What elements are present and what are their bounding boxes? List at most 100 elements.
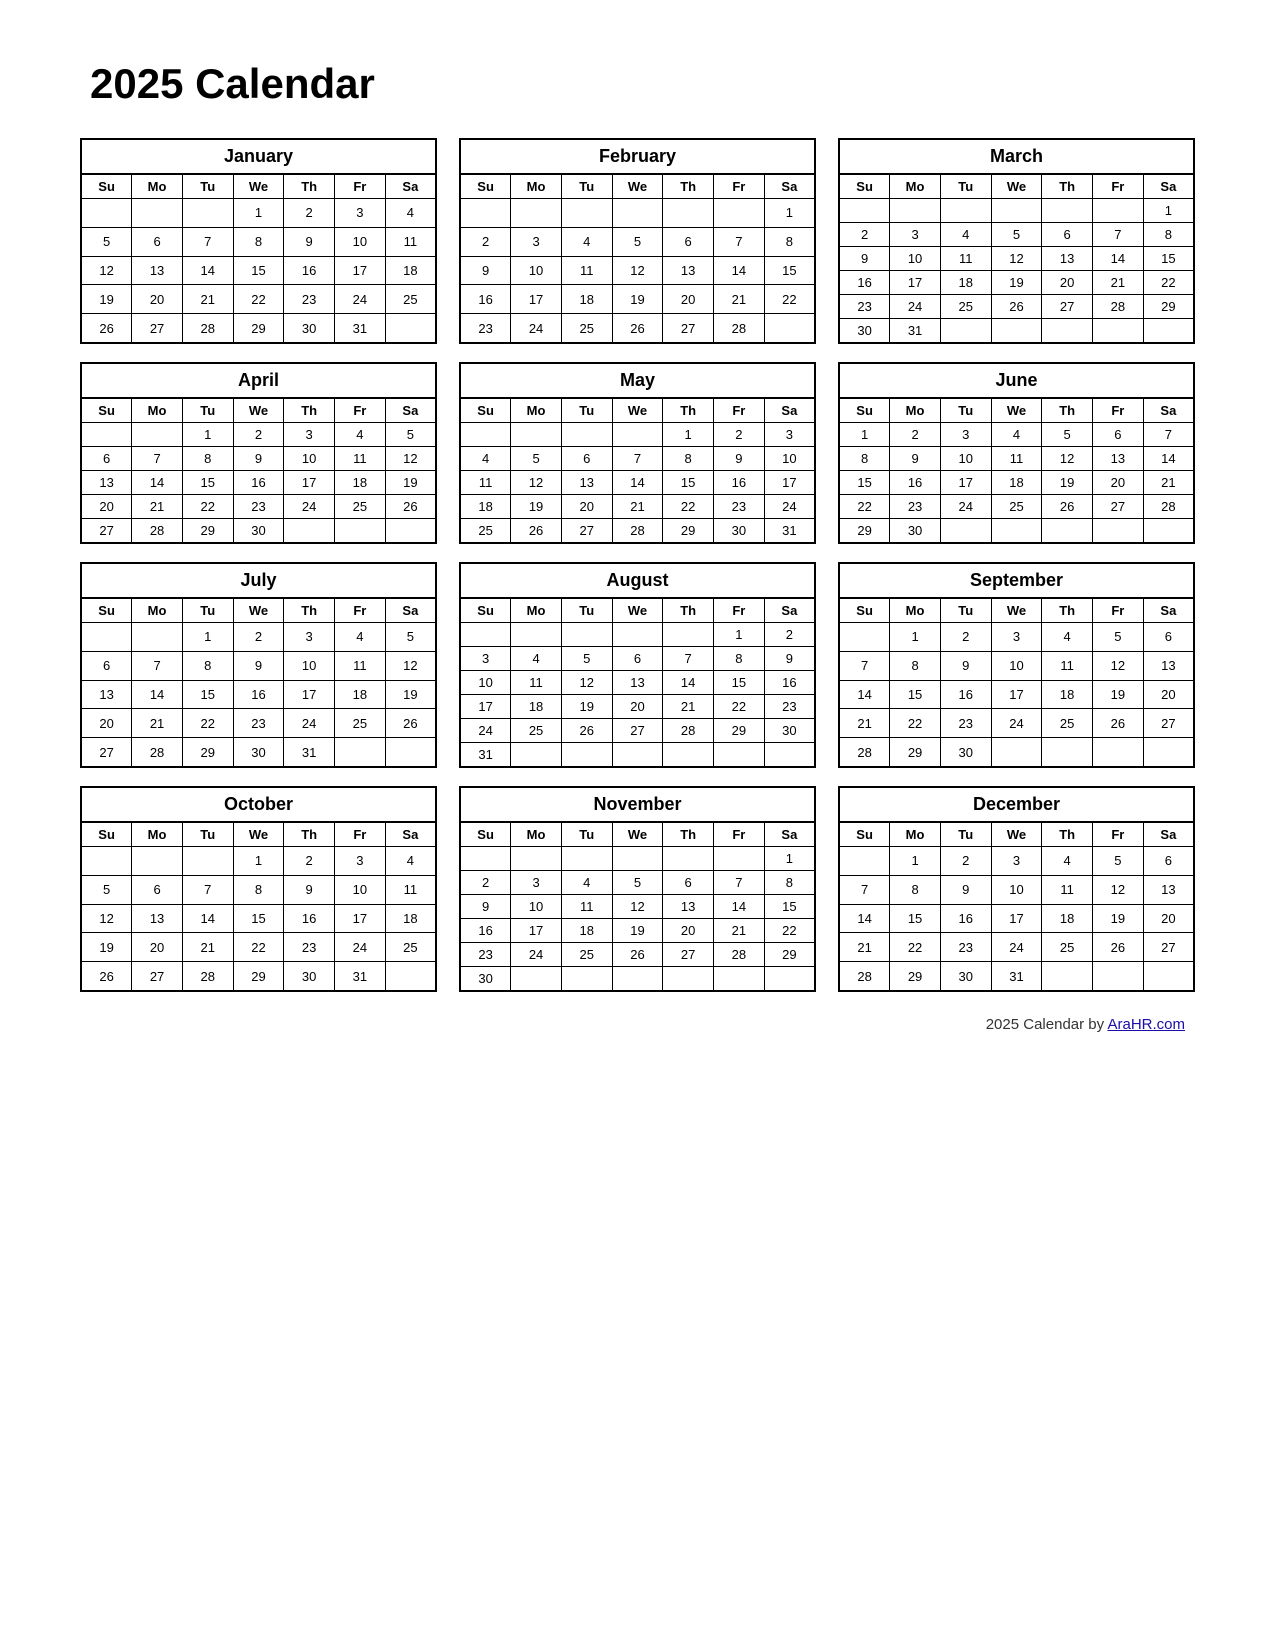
table-cell: 1 (714, 623, 765, 647)
table-cell: 20 (612, 695, 663, 719)
day-header-sa: Sa (1143, 822, 1194, 847)
day-header-we: We (612, 822, 663, 847)
table-cell: 25 (385, 933, 436, 962)
table-cell: 3 (991, 623, 1042, 652)
day-header-we: We (991, 398, 1042, 423)
table-cell: 26 (1093, 709, 1144, 738)
table-cell: 24 (991, 709, 1042, 738)
table-row: 3456789 (460, 647, 815, 671)
table-cell (182, 199, 233, 228)
day-header-sa: Sa (385, 598, 436, 623)
table-cell: 9 (940, 875, 991, 904)
table-cell: 30 (460, 967, 511, 992)
table-cell: 21 (1093, 271, 1144, 295)
table-cell: 29 (182, 519, 233, 544)
table-cell: 12 (991, 247, 1042, 271)
table-cell: 18 (561, 919, 612, 943)
table-cell (132, 199, 183, 228)
table-cell: 25 (561, 314, 612, 343)
table-cell (612, 423, 663, 447)
table-cell: 28 (1093, 295, 1144, 319)
table-cell (612, 199, 663, 228)
table-cell: 30 (940, 962, 991, 991)
day-header-tu: Tu (182, 822, 233, 847)
table-cell (460, 199, 511, 228)
table-cell: 26 (385, 495, 436, 519)
table-row: 13141516171819 (81, 680, 436, 709)
table-cell: 15 (890, 680, 941, 709)
day-header-th: Th (284, 598, 335, 623)
table-cell: 6 (1042, 223, 1093, 247)
table-cell: 29 (714, 719, 765, 743)
day-header-th: Th (1042, 398, 1093, 423)
table-row: 19202122232425 (81, 933, 436, 962)
table-cell: 4 (561, 871, 612, 895)
table-cell: 12 (1042, 447, 1093, 471)
table-cell (511, 743, 562, 768)
table-cell: 12 (612, 895, 663, 919)
table-cell: 3 (991, 847, 1042, 876)
table-cell: 20 (132, 933, 183, 962)
table-cell: 3 (284, 423, 335, 447)
table-cell: 4 (1042, 847, 1093, 876)
day-header-th: Th (284, 398, 335, 423)
table-cell: 7 (714, 871, 765, 895)
table-cell: 5 (385, 623, 436, 652)
table-cell: 15 (182, 680, 233, 709)
table-cell (81, 423, 132, 447)
month-table-november: NovemberSuMoTuWeThFrSa123456789101112131… (459, 786, 816, 992)
table-cell: 28 (132, 738, 183, 767)
table-cell: 7 (663, 647, 714, 671)
table-cell: 25 (1042, 709, 1093, 738)
table-cell: 3 (335, 847, 386, 876)
month-name-april: April (81, 363, 436, 398)
table-cell: 28 (714, 314, 765, 343)
table-cell: 9 (940, 651, 991, 680)
table-cell (663, 199, 714, 228)
table-row: 13141516171819 (81, 471, 436, 495)
table-cell: 6 (612, 647, 663, 671)
table-row: 123 (460, 423, 815, 447)
table-row: 27282930 (81, 519, 436, 544)
table-cell (385, 314, 436, 343)
table-cell: 15 (764, 895, 815, 919)
month-table-june: JuneSuMoTuWeThFrSa1234567891011121314151… (838, 362, 1195, 544)
day-header-th: Th (284, 822, 335, 847)
day-header-th: Th (663, 598, 714, 623)
table-cell: 4 (385, 199, 436, 228)
table-row: 22232425262728 (839, 495, 1194, 519)
table-cell: 20 (1143, 680, 1194, 709)
table-row: 45678910 (460, 447, 815, 471)
table-cell (940, 199, 991, 223)
table-cell: 18 (1042, 904, 1093, 933)
table-cell (663, 743, 714, 768)
table-cell: 29 (764, 943, 815, 967)
table-cell: 20 (1143, 904, 1194, 933)
table-cell (511, 423, 562, 447)
table-row: 16171819202122 (460, 919, 815, 943)
table-cell: 9 (233, 651, 284, 680)
table-cell: 9 (233, 447, 284, 471)
day-header-su: Su (460, 174, 511, 199)
table-cell: 23 (460, 314, 511, 343)
table-cell: 12 (612, 256, 663, 285)
table-cell (1093, 199, 1144, 223)
table-cell: 13 (1093, 447, 1144, 471)
table-cell: 17 (335, 904, 386, 933)
table-cell: 13 (132, 904, 183, 933)
day-header-su: Su (81, 822, 132, 847)
table-cell (81, 847, 132, 876)
table-cell: 24 (511, 943, 562, 967)
table-cell (460, 847, 511, 871)
table-cell: 9 (764, 647, 815, 671)
day-header-tu: Tu (182, 598, 233, 623)
table-cell: 1 (839, 423, 890, 447)
footer-link[interactable]: AraHR.com (1107, 1016, 1185, 1033)
table-cell: 29 (839, 519, 890, 544)
day-header-fr: Fr (1093, 822, 1144, 847)
table-cell: 7 (839, 875, 890, 904)
table-cell: 26 (612, 314, 663, 343)
table-cell: 27 (81, 519, 132, 544)
month-table-october: OctoberSuMoTuWeThFrSa1234567891011121314… (80, 786, 437, 992)
table-cell (1143, 319, 1194, 344)
